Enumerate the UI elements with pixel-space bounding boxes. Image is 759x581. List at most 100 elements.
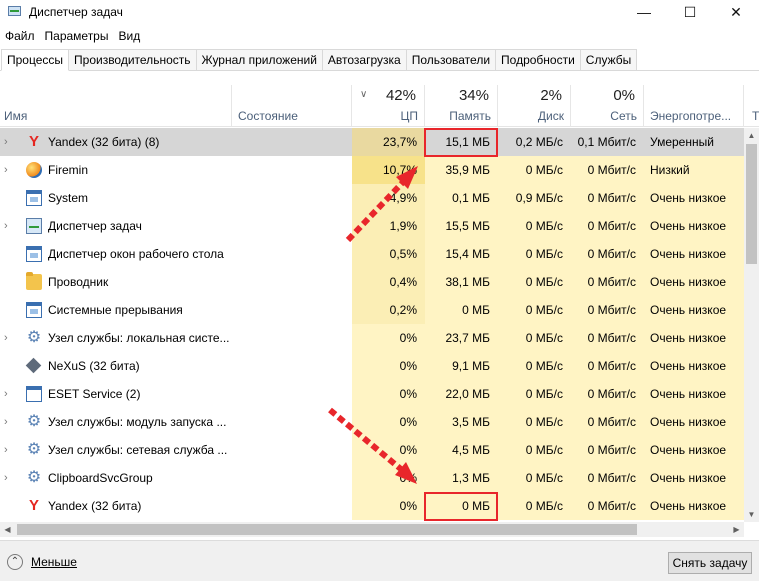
process-row[interactable]: Диспетчер окон рабочего стола 0,5% 15,4 МБ… [0, 240, 744, 268]
expand-chevron-icon[interactable]: › [4, 408, 14, 436]
close-icon[interactable]: ✕ [713, 0, 759, 24]
window-title: Диспетчер задач [29, 5, 123, 19]
menu-options[interactable]: Параметры [40, 29, 114, 43]
process-energy: Очень низкое [644, 380, 744, 408]
process-row[interactable]: › Firemin 10,7% 35,9 МБ 0 МБ/с 0 Мбит/с Низкий [0, 156, 744, 184]
table-header: Имя Состояние ∨ 42% ЦП 34% Память 2% Дис… [0, 85, 759, 127]
window-icon [26, 302, 42, 318]
process-disk: 0 МБ/с [498, 352, 571, 380]
tab-details[interactable]: Подробности [495, 49, 581, 70]
process-row[interactable]: System 4,9% 0,1 МБ 0,9 МБ/с 0 Мбит/с Очень ни… [0, 184, 744, 212]
process-row[interactable]: NeXuS (32 бита) 0% 9,1 МБ 0 МБ/с 0 Мбит/с Оче… [0, 352, 744, 380]
process-disk: 0,2 МБ/с [515, 135, 563, 149]
column-extra[interactable]: Т [744, 85, 759, 127]
process-network: 0 Мбит/с [571, 240, 644, 268]
scroll-thumb-vertical[interactable] [746, 144, 757, 264]
menu-file[interactable]: Файл [0, 29, 40, 43]
tab-performance[interactable]: Производительность [68, 49, 197, 70]
process-row[interactable]: Системные прерывания 0,2% 0 МБ 0 МБ/с 0 Мбит… [0, 296, 744, 324]
disk-total: 2% [540, 87, 562, 104]
scroll-up-icon[interactable]: ▲ [744, 128, 759, 143]
chevron-up-icon[interactable]: ⌃ [7, 554, 23, 570]
process-network: 0 Мбит/с [571, 184, 644, 212]
process-disk: 0 МБ/с [498, 212, 571, 240]
horizontal-scrollbar[interactable]: ◀ ▶ [0, 522, 744, 537]
gear-icon: ⚙ [26, 329, 42, 346]
tab-app-history[interactable]: Журнал приложений [195, 49, 323, 70]
process-memory: 3,5 МБ [425, 408, 498, 436]
expand-chevron-icon[interactable]: › [4, 212, 14, 240]
minimize-icon[interactable]: — [621, 0, 667, 24]
expand-chevron-icon[interactable]: › [4, 464, 14, 492]
process-energy: Очень низкое [644, 464, 744, 492]
process-network: 0 Мбит/с [571, 212, 644, 240]
process-cpu: 1,9% [352, 212, 425, 240]
column-cpu[interactable]: ∨ 42% ЦП [352, 85, 425, 127]
process-table: Имя Состояние ∨ 42% ЦП 34% Память 2% Дис… [0, 85, 759, 522]
process-row[interactable]: › Y Yandex (32 бита) (8) 23,7% 15,1 МБ 0,2 МБ… [0, 128, 744, 156]
process-row[interactable]: › Диспетчер задач 1,9% 15,5 МБ 0 МБ/с 0 Мбит/… [0, 212, 744, 240]
scroll-down-icon[interactable]: ▼ [744, 507, 759, 522]
process-cpu: 4,9% [352, 184, 425, 212]
process-row[interactable]: › ⚙ Узел службы: локальная систе... 0% 23,7 … [0, 324, 744, 352]
process-memory: 4,5 МБ [425, 436, 498, 464]
process-disk: 0 МБ/с [498, 492, 571, 520]
column-network[interactable]: 0% Сеть [571, 85, 644, 127]
task-manager-icon [7, 4, 23, 20]
column-energy[interactable]: Энергопотре... [644, 85, 744, 127]
process-memory: 15,4 МБ [425, 240, 498, 268]
process-cpu: 0% [352, 380, 425, 408]
network-total: 0% [613, 87, 635, 104]
process-energy: Очень низкое [644, 408, 744, 436]
process-memory: 15,5 МБ [425, 212, 498, 240]
process-name: NeXuS (32 бита) [48, 359, 140, 373]
fewer-details-link[interactable]: Меньше [31, 555, 77, 569]
expand-chevron-icon[interactable]: › [4, 436, 14, 464]
menu-view[interactable]: Вид [113, 29, 145, 43]
process-name: ClipboardSvcGroup [48, 471, 153, 485]
process-row[interactable]: › ⚙ ClipboardSvcGroup 0% 1,3 МБ 0 МБ/с 0 Мбит/… [0, 464, 744, 492]
expand-chevron-icon[interactable]: › [4, 156, 14, 184]
process-network: 0 Мбит/с [571, 352, 644, 380]
scroll-thumb-horizontal[interactable] [17, 524, 637, 535]
expand-chevron-icon[interactable]: › [4, 128, 14, 156]
process-name: Узел службы: локальная систе... [48, 331, 230, 345]
scroll-left-icon[interactable]: ◀ [0, 522, 15, 537]
scroll-right-icon[interactable]: ▶ [729, 522, 744, 537]
tab-startup[interactable]: Автозагрузка [321, 49, 407, 70]
tab-users[interactable]: Пользователи [405, 49, 497, 70]
process-cpu: 0% [352, 408, 425, 436]
tab-processes[interactable]: Процессы [1, 49, 70, 71]
gear-icon: ⚙ [26, 413, 42, 430]
process-disk: 0 МБ/с [498, 408, 571, 436]
process-row[interactable]: › ⚙ Узел службы: сетевая служба ... 0% 4,5 М… [0, 436, 744, 464]
window-icon [26, 190, 42, 206]
eset-icon [26, 386, 42, 402]
process-network: 0 Мбит/с [571, 324, 644, 352]
process-name: System [48, 191, 89, 205]
process-energy: Очень низкое [644, 296, 744, 324]
expand-chevron-icon[interactable]: › [4, 380, 14, 408]
process-network: 0 Мбит/с [571, 408, 644, 436]
process-cpu: 0% [352, 436, 425, 464]
column-name[interactable]: Имя [0, 85, 232, 127]
expand-chevron-icon[interactable]: › [4, 324, 14, 352]
column-disk[interactable]: 2% Диск [498, 85, 571, 127]
column-memory[interactable]: 34% Память [425, 85, 498, 127]
tab-services[interactable]: Службы [579, 49, 638, 70]
memory-label: Память [449, 109, 491, 123]
maximize-icon[interactable]: ☐ [667, 0, 713, 24]
process-row[interactable]: Y Yandex (32 бита) 0% 0 МБ 0 МБ/с 0 Мбит/с Оче… [0, 492, 744, 520]
end-task-button[interactable]: Снять задачу [668, 552, 752, 574]
memory-total: 34% [458, 87, 489, 104]
vertical-scrollbar[interactable]: ▲ ▼ [744, 128, 759, 522]
process-row[interactable]: › ESET Service (2) 0% 22,0 МБ 0 МБ/с 0 Мбит/с… [0, 380, 744, 408]
process-energy: Очень низкое [644, 436, 744, 464]
process-disk: 0 МБ/с [498, 324, 571, 352]
process-row[interactable]: Проводник 0,4% 38,1 МБ 0 МБ/с 0 Мбит/с Очень … [0, 268, 744, 296]
process-row[interactable]: › ⚙ Узел службы: модуль запуска ... 0% 3,5 М… [0, 408, 744, 436]
folder-icon [26, 272, 42, 290]
column-status[interactable]: Состояние [232, 85, 352, 127]
process-memory: 38,1 МБ [425, 268, 498, 296]
process-network: 0 Мбит/с [571, 380, 644, 408]
